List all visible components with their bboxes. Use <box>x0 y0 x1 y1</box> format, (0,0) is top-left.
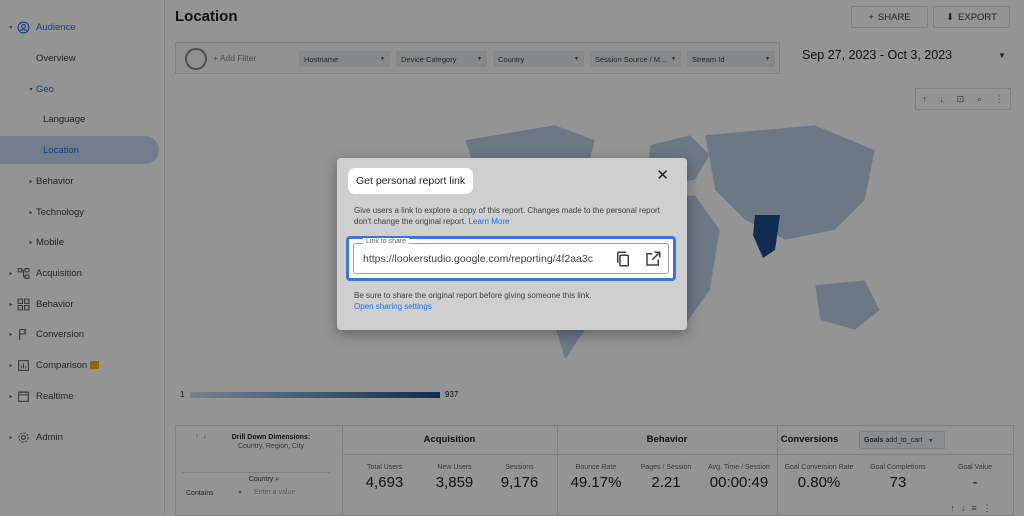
personal-report-link-dialog: Get personal report link ✕ Give users a … <box>337 158 687 330</box>
learn-more-link[interactable]: Learn More <box>469 217 510 226</box>
link-to-share-field[interactable]: Link to share https://lookerstudio.googl… <box>353 238 669 274</box>
open-in-new-icon[interactable] <box>644 250 662 268</box>
app: ▾ Audience Overview ▾ Geo Language Locat… <box>0 0 1024 516</box>
dialog-title: Get personal report link <box>348 168 474 194</box>
dialog-note: Be sure to share the original report bef… <box>354 291 592 300</box>
link-field-label: Link to share <box>363 238 410 245</box>
link-field-highlight: Link to share https://lookerstudio.googl… <box>346 236 676 281</box>
copy-icon[interactable] <box>614 250 632 268</box>
close-icon[interactable]: ✕ <box>656 168 669 184</box>
dialog-description: Give users a link to explore a copy of t… <box>354 206 676 227</box>
open-sharing-settings-link[interactable]: Open sharing settings <box>354 302 432 311</box>
link-to-share-input[interactable]: https://lookerstudio.google.com/reportin… <box>363 253 599 265</box>
